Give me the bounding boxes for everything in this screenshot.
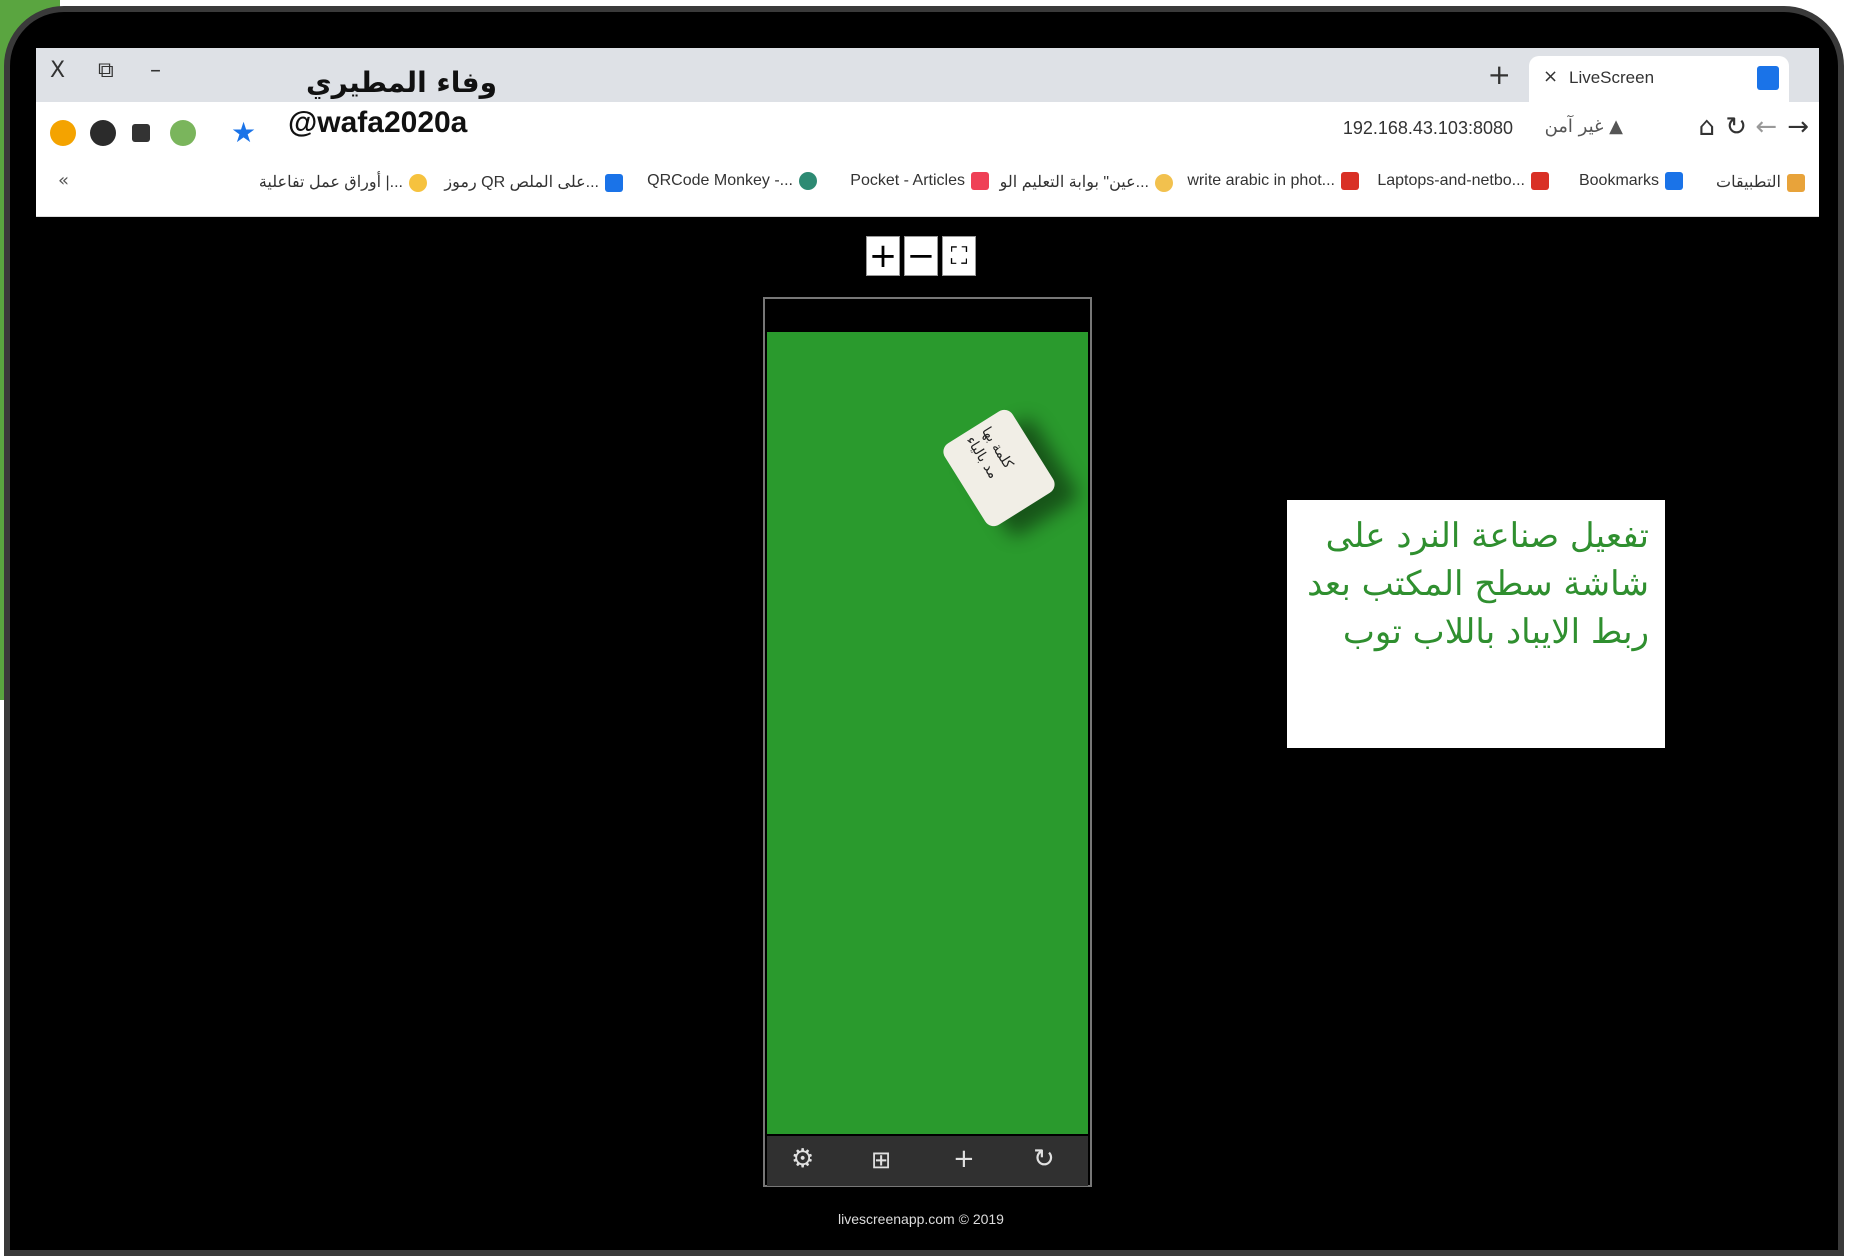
bookmark-qrcode-monkey[interactable]: QRCode Monkey -... xyxy=(647,172,817,190)
extension-orange-icon[interactable] xyxy=(50,120,76,146)
bookmark-star-icon[interactable]: ★ xyxy=(231,116,256,149)
site-l-icon xyxy=(1531,172,1549,190)
qr-site-icon xyxy=(605,173,623,192)
star-icon xyxy=(1665,172,1683,190)
app-toolbar: ⚙ ⊞ + ↻ xyxy=(767,1136,1088,1186)
tab-title: LiveScreen xyxy=(1569,68,1655,87)
bookmark-bookmarks[interactable]: Bookmarks xyxy=(1579,172,1683,190)
bookmarks-more-icon[interactable]: « xyxy=(58,170,69,191)
bookmark-worksheets[interactable]: أوراق عمل تفاعلية |... xyxy=(259,172,427,192)
new-tab-button[interactable]: + xyxy=(1488,58,1511,91)
dice-table-felt[interactable]: كلمة بها مد بالياء xyxy=(767,332,1088,1134)
tab-close-icon[interactable]: × xyxy=(1543,66,1558,87)
zoom-in-button[interactable]: + xyxy=(866,236,900,276)
url-field[interactable]: 192.168.43.103:8080 xyxy=(1343,118,1513,139)
dice[interactable]: كلمة بها مد بالياء xyxy=(939,406,1059,530)
warning-icon: ▲ xyxy=(1609,116,1623,137)
extensions-puzzle-icon[interactable] xyxy=(132,124,150,142)
handle-overlay: @wafa2020a xyxy=(288,106,468,139)
forward-arrow-icon[interactable]: → xyxy=(1787,112,1809,142)
qrcode-monkey-icon xyxy=(799,172,817,190)
home-icon[interactable]: ⌂ xyxy=(1698,112,1715,142)
lightbulb-icon xyxy=(409,173,427,192)
bookmark-pocket[interactable]: Pocket - Articles xyxy=(850,172,989,190)
livescreen-footer: livescreenapp.com © 2019 xyxy=(838,1211,1004,1227)
apps-grid-icon xyxy=(1787,173,1805,192)
extension-globe-icon[interactable] xyxy=(170,120,196,146)
extension-profile-icon[interactable] xyxy=(90,120,116,146)
bookmark-apps[interactable]: التطبيقات xyxy=(1716,172,1805,192)
bookmark-write-arabic[interactable]: write arabic in phot... xyxy=(1187,172,1359,190)
roll-reset-icon[interactable]: ↻ xyxy=(1033,1144,1055,1174)
author-name-overlay: وفاء المطيري xyxy=(306,66,497,99)
add-die-box-icon[interactable]: ⊞ xyxy=(871,1146,891,1174)
reload-icon[interactable]: ↻ xyxy=(1725,112,1747,142)
site-e-icon xyxy=(1341,172,1359,190)
viewer-zoom-controls: + − ⛶ xyxy=(866,236,976,276)
browser-window: X ⧉ – وفاء المطيري + × LiveScreen @wafa2… xyxy=(36,48,1819,217)
zoom-out-button[interactable]: − xyxy=(904,236,938,276)
tab-livescreen[interactable]: × LiveScreen xyxy=(1529,56,1789,102)
fullscreen-button[interactable]: ⛶ xyxy=(942,236,976,276)
dice-face-text: كلمة بها مد بالياء xyxy=(962,424,1017,482)
window-minimize-button[interactable]: – xyxy=(150,58,161,83)
mirrored-ipad-screen: كلمة بها مد بالياء ⚙ ⊞ + ↻ xyxy=(763,297,1092,1187)
bookmark-laptops[interactable]: Laptops-and-netbo... xyxy=(1377,172,1549,190)
tab-favicon-icon xyxy=(1757,66,1779,90)
security-label: غير آمن xyxy=(1544,116,1604,137)
not-secure-label[interactable]: ▲ غير آمن xyxy=(1545,116,1623,137)
bookmark-qr-stickers[interactable]: رموز QR على الملص... xyxy=(444,172,623,192)
settings-gear-icon[interactable]: ⚙ xyxy=(791,1144,814,1174)
site-ein-icon xyxy=(1155,173,1173,192)
add-plus-icon[interactable]: + xyxy=(953,1144,975,1174)
tab-bar: X ⧉ – وفاء المطيري + × LiveScreen xyxy=(36,48,1819,102)
bookmark-ein-portal[interactable]: عين" بوابة التعليم الو... xyxy=(1000,172,1173,192)
back-arrow-icon[interactable]: ← xyxy=(1755,112,1777,142)
caption-text: تفعيل صناعة النرد على شاشة سطح المكتب بع… xyxy=(1307,516,1649,652)
window-restore-button[interactable]: ⧉ xyxy=(98,58,114,83)
caption-box: تفعيل صناعة النرد على شاشة سطح المكتب بع… xyxy=(1287,500,1665,748)
pocket-icon xyxy=(971,172,989,190)
window-close-button[interactable]: X xyxy=(50,58,65,83)
